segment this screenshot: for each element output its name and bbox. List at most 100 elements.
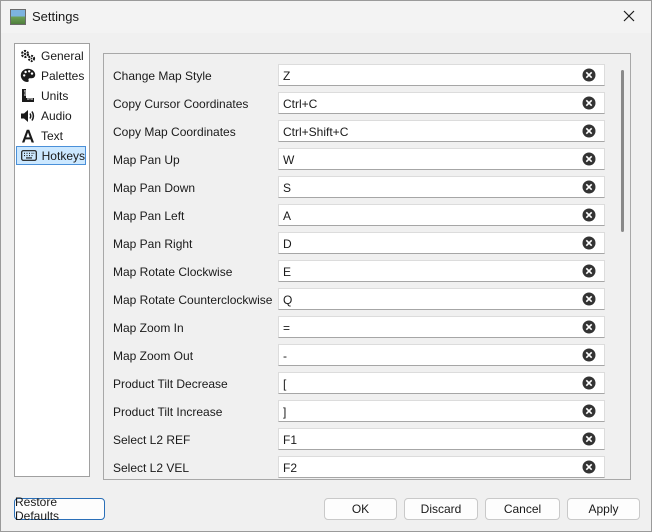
hotkeys-panel: Change Map Style Z Copy Cursor Coordinates… xyxy=(103,53,631,480)
hotkey-row: Product Tilt Increase] xyxy=(104,398,614,426)
hotkey-label: Map Rotate Clockwise xyxy=(113,265,233,279)
clear-icon[interactable] xyxy=(582,264,596,278)
clear-icon[interactable] xyxy=(582,236,596,250)
hotkey-input[interactable]: E xyxy=(278,260,605,282)
hotkey-input[interactable]: W xyxy=(278,148,605,170)
sidebar-item-label: Units xyxy=(41,88,69,103)
sidebar-item-label: Hotkeys xyxy=(41,148,85,163)
hotkey-input[interactable]: = xyxy=(278,316,605,338)
hotkey-input[interactable]: F1 xyxy=(278,428,605,450)
clear-icon[interactable] xyxy=(582,152,596,166)
hotkey-input[interactable]: S xyxy=(278,176,605,198)
vertical-scrollbar[interactable] xyxy=(621,70,625,474)
window-title: Settings xyxy=(32,9,79,24)
hotkey-label: Product Tilt Increase xyxy=(113,405,223,419)
text-icon xyxy=(19,128,37,144)
hotkey-row: Select L2 REF F1 xyxy=(104,426,614,454)
hotkey-row: Map Pan Down S xyxy=(104,174,614,202)
hotkey-row: Map Zoom Out - xyxy=(104,342,614,370)
gears-icon xyxy=(19,48,37,64)
clear-icon[interactable] xyxy=(582,96,596,110)
hotkey-row: Map Pan Up W xyxy=(104,146,614,174)
hotkey-label: Product Tilt Decrease xyxy=(113,377,228,391)
restore-defaults-button[interactable]: Restore Defaults xyxy=(14,495,105,523)
hotkey-value: Z xyxy=(283,69,291,83)
hotkey-value: Q xyxy=(283,293,293,307)
hotkey-value: F2 xyxy=(283,461,298,475)
clear-icon[interactable] xyxy=(582,124,596,138)
sidebar-item-hotkeys[interactable]: Hotkeys xyxy=(16,146,86,165)
sidebar-item-audio[interactable]: Audio xyxy=(16,106,86,125)
hotkey-value: - xyxy=(283,349,287,363)
hotkey-input[interactable]: A xyxy=(278,204,605,226)
hotkey-row: Map Pan Right D xyxy=(104,230,614,258)
sidebar-item-units[interactable]: Units xyxy=(16,86,86,105)
hotkey-input[interactable]: D xyxy=(278,232,605,254)
hotkey-label: Map Pan Left xyxy=(113,209,185,223)
hotkey-value: E xyxy=(283,265,292,279)
hotkey-label: Map Rotate Counterclockwise xyxy=(113,293,273,307)
hotkey-value: ] xyxy=(283,405,287,419)
app-icon xyxy=(10,9,26,25)
cancel-button[interactable]: Cancel xyxy=(485,498,560,520)
category-list: General Palettes Units Audio Text Hotkey… xyxy=(14,43,90,477)
hotkey-row: Map Rotate Counterclockwise Q xyxy=(104,286,614,314)
title-bar: Settings xyxy=(1,1,651,33)
settings-window: Settings General Palettes Units Audio Te… xyxy=(0,0,652,532)
clear-icon[interactable] xyxy=(582,432,596,446)
clear-icon[interactable] xyxy=(582,376,596,390)
speaker-icon xyxy=(19,108,37,124)
hotkey-label: Select L2 VEL xyxy=(113,461,190,475)
clear-icon[interactable] xyxy=(582,320,596,334)
hotkey-label: Map Zoom Out xyxy=(113,349,194,363)
hotkey-value: [ xyxy=(283,377,287,391)
hotkey-row: Copy Cursor Coordinates Ctrl+C xyxy=(104,90,614,118)
hotkey-value: = xyxy=(283,321,291,335)
sidebar-item-general[interactable]: General xyxy=(16,46,86,65)
sidebar-item-label: General xyxy=(41,48,84,63)
hotkey-row: Map Pan Left A xyxy=(104,202,614,230)
hotkey-label: Map Pan Down xyxy=(113,181,196,195)
sidebar-item-text[interactable]: Text xyxy=(16,126,86,145)
sidebar-item-label: Text xyxy=(41,128,64,143)
hotkey-input[interactable]: Ctrl+C xyxy=(278,92,605,114)
hotkey-input[interactable]: Ctrl+Shift+C xyxy=(278,120,605,142)
palette-icon xyxy=(19,68,37,84)
hotkey-label: Copy Map Coordinates xyxy=(113,125,236,139)
hotkey-input[interactable]: [ xyxy=(278,372,605,394)
clear-icon[interactable] xyxy=(582,348,596,362)
apply-button[interactable]: Apply xyxy=(567,498,640,520)
hotkey-row: Map Rotate Clockwise E xyxy=(104,258,614,286)
hotkey-value: A xyxy=(283,209,292,223)
scroll-thumb[interactable] xyxy=(621,70,624,232)
sidebar-item-label: Palettes xyxy=(41,68,85,83)
hotkey-value: F1 xyxy=(283,433,298,447)
clear-icon[interactable] xyxy=(582,208,596,222)
ok-button[interactable]: OK xyxy=(324,498,397,520)
hotkey-label: Map Pan Right xyxy=(113,237,193,251)
hotkey-value: D xyxy=(283,237,292,251)
hotkey-value: Ctrl+Shift+C xyxy=(283,125,349,139)
hotkey-input[interactable]: ] xyxy=(278,400,605,422)
clear-icon[interactable] xyxy=(582,460,596,474)
clear-icon[interactable] xyxy=(582,404,596,418)
hotkey-value: S xyxy=(283,181,292,195)
hotkey-input[interactable]: Z xyxy=(278,64,605,86)
hotkey-label: Select L2 REF xyxy=(113,433,191,447)
clear-icon[interactable] xyxy=(582,180,596,194)
hotkey-input[interactable]: F2 xyxy=(278,456,605,478)
hotkey-input[interactable]: Q xyxy=(278,288,605,310)
ruler-icon xyxy=(19,88,37,104)
hotkey-input[interactable]: - xyxy=(278,344,605,366)
clear-icon[interactable] xyxy=(582,68,596,82)
hotkey-row: Select L2 VEL F2 xyxy=(104,454,614,479)
close-icon xyxy=(623,10,635,22)
sidebar-item-palettes[interactable]: Palettes xyxy=(16,66,86,85)
hotkey-label: Change Map Style xyxy=(113,69,212,83)
clear-icon[interactable] xyxy=(582,292,596,306)
close-button[interactable] xyxy=(607,1,651,31)
discard-button[interactable]: Discard xyxy=(404,498,478,520)
hotkey-label: Map Zoom In xyxy=(113,321,184,335)
hotkey-row: Product Tilt Decrease [ xyxy=(104,370,614,398)
hotkey-value: Ctrl+C xyxy=(283,97,318,111)
